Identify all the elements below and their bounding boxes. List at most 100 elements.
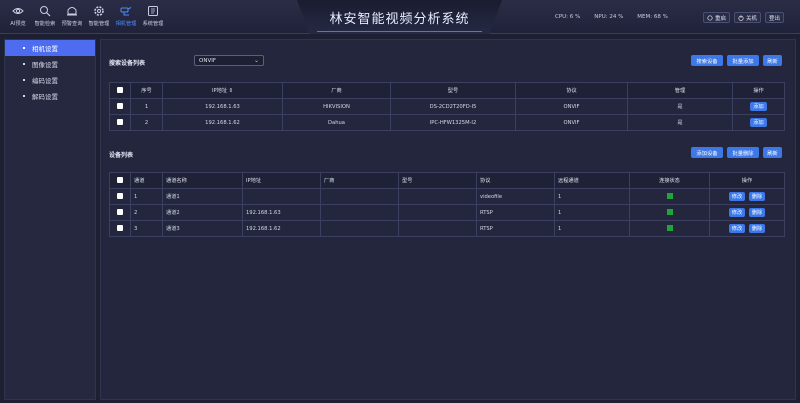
row-checkbox[interactable] xyxy=(117,209,123,216)
system-title: 林安智能视频分析系统 xyxy=(329,11,470,27)
column-header: IP地址 xyxy=(242,172,321,189)
logout-label: 登出 xyxy=(769,15,781,22)
device-list-title: 设备列表 xyxy=(109,152,134,159)
cell-vendor: Dahua xyxy=(282,114,391,131)
row-select-cell[interactable] xyxy=(109,114,131,131)
logout-button[interactable]: 登出 xyxy=(765,12,785,23)
connected-status-icon xyxy=(666,225,673,232)
nav-label: 智能管理 xyxy=(88,21,110,27)
nav-item-alarm-query[interactable]: 预警查询 xyxy=(60,3,84,31)
cell-model: IPC-HFW1325M-I2 xyxy=(390,114,516,131)
edit-button[interactable]: 修改 xyxy=(728,224,746,233)
column-header: 协议 xyxy=(476,172,555,189)
batch-delete-button[interactable]: 批量删除 xyxy=(727,147,759,158)
cell-protocol: ONVIF xyxy=(515,114,628,131)
search-section-title: 搜索设备列表 xyxy=(109,60,146,67)
cell-ip xyxy=(242,188,321,205)
add-device-button[interactable]: 添加设备 xyxy=(691,147,723,158)
nav-label: 相机管理 xyxy=(115,21,137,27)
cell-model xyxy=(398,220,477,237)
delete-button[interactable]: 删除 xyxy=(748,208,766,217)
bullet-icon xyxy=(23,79,25,81)
sidebar-item-label: 相机设置 xyxy=(32,45,58,53)
edit-button[interactable]: 修改 xyxy=(728,208,746,217)
sidebar-item-camera-settings[interactable]: 相机设置 xyxy=(5,40,95,56)
table-row: 2 192.168.1.62 Dahua IPC-HFW1325M-I2 ONV… xyxy=(109,114,785,131)
column-header: 操作 xyxy=(709,172,785,189)
column-header: 厂商 xyxy=(282,82,391,99)
column-header: 连接状态 xyxy=(629,172,710,189)
row-select-cell[interactable] xyxy=(109,98,131,115)
nav-item-system-manage[interactable]: 系统管理 xyxy=(141,3,165,31)
cell-action: 修改 删除 xyxy=(709,220,785,237)
ai-preview-icon xyxy=(12,8,24,14)
cell-protocol: videofile xyxy=(476,188,555,205)
bullet-icon xyxy=(23,95,25,97)
nav-item-camera-manage[interactable]: 相机管理 xyxy=(114,3,138,31)
cell-ip: 192.168.1.63 xyxy=(162,98,283,115)
row-select-cell[interactable] xyxy=(109,188,131,205)
device-refresh-button[interactable]: 刷新 xyxy=(763,147,782,158)
cpu-usage: CPU: 6 % xyxy=(555,14,581,20)
shutdown-button[interactable]: 关机 xyxy=(734,12,762,23)
cell-connection-status xyxy=(629,188,710,205)
column-header: 通道 xyxy=(130,172,163,189)
shutdown-label: 关机 xyxy=(746,15,758,22)
delete-button[interactable]: 删除 xyxy=(748,224,766,233)
row-select-cell[interactable] xyxy=(109,204,131,221)
sidebar-item-decode-settings[interactable]: 解码设置 xyxy=(5,88,95,104)
column-header: 通道名称 xyxy=(162,172,243,189)
row-select-cell[interactable] xyxy=(109,220,131,237)
search-devices-button[interactable]: 搜索设备 xyxy=(691,55,723,66)
cell-model: DS-2CD2T20FD-I5 xyxy=(390,98,516,115)
protocol-select[interactable]: ONVIF ⌄ xyxy=(194,55,264,66)
row-checkbox[interactable] xyxy=(117,193,123,200)
sidebar: 相机设置 图像设置 编码设置 解码设置 xyxy=(4,39,96,400)
sidebar-item-label: 图像设置 xyxy=(32,61,58,69)
chevron-down-icon: ⌄ xyxy=(253,57,259,64)
top-bar: AI预览 智能检索 预警查询 智能管理 相机管理 系统管理 林安智能视频分析系统… xyxy=(0,0,800,34)
nav-item-smart-manage[interactable]: 智能管理 xyxy=(87,3,111,31)
table-row: 1 通道1 videofile 1 修改 删除 xyxy=(109,188,785,205)
column-header: 远程通道 xyxy=(554,172,630,189)
table-row: 2 通道2 192.168.1.63 RTSP 1 修改 删除 xyxy=(109,204,785,221)
search-refresh-button[interactable]: 刷新 xyxy=(763,55,782,66)
row-checkbox[interactable] xyxy=(117,103,123,110)
cell-action: 添加 xyxy=(732,98,785,115)
cell-remote-channel: 1 xyxy=(554,204,630,221)
delete-button[interactable]: 删除 xyxy=(748,192,766,201)
restart-label: 重启 xyxy=(715,15,727,22)
restart-button[interactable]: 重启 xyxy=(703,12,731,23)
system-icon xyxy=(148,6,158,16)
select-all-header[interactable] xyxy=(109,172,131,189)
cell-remote-channel: 1 xyxy=(554,188,630,205)
cell-protocol: ONVIF xyxy=(515,98,628,115)
cell-model xyxy=(398,204,477,221)
sidebar-item-label: 编码设置 xyxy=(32,77,58,85)
row-checkbox[interactable] xyxy=(117,225,123,232)
column-header: 型号 xyxy=(390,82,516,99)
cell-channel: 1 xyxy=(130,188,163,205)
cell-channel-name: 通道1 xyxy=(162,188,243,205)
nav-label: 智能检索 xyxy=(34,21,56,27)
cell-vendor xyxy=(320,204,399,221)
sidebar-item-image-settings[interactable]: 图像设置 xyxy=(5,56,95,72)
select-all-checkbox[interactable] xyxy=(117,87,123,94)
nav-item-search[interactable]: 智能检索 xyxy=(33,3,57,31)
select-all-header[interactable] xyxy=(109,82,131,99)
table-row: 3 通道3 192.168.1.62 RTSP 1 修改 删除 xyxy=(109,220,785,237)
select-all-checkbox[interactable] xyxy=(117,177,123,184)
edit-button[interactable]: 修改 xyxy=(728,192,746,201)
batch-add-button[interactable]: 批量添加 xyxy=(727,55,759,66)
table-header-row: 序号 IP地址 ⇕ 厂商 型号 协议 管理 操作 xyxy=(109,82,785,99)
cell-action: 修改 删除 xyxy=(709,204,785,221)
column-header-sortable[interactable]: IP地址 ⇕ xyxy=(162,82,283,99)
mem-usage: MEM: 68 % xyxy=(637,14,668,20)
row-checkbox[interactable] xyxy=(117,119,123,126)
cell-channel: 2 xyxy=(130,204,163,221)
add-device-row-button[interactable]: 添加 xyxy=(750,118,767,127)
connected-status-icon xyxy=(666,209,673,216)
sidebar-item-encode-settings[interactable]: 编码设置 xyxy=(5,72,95,88)
add-device-row-button[interactable]: 添加 xyxy=(750,102,767,111)
nav-item-ai-preview[interactable]: AI预览 xyxy=(6,3,30,31)
